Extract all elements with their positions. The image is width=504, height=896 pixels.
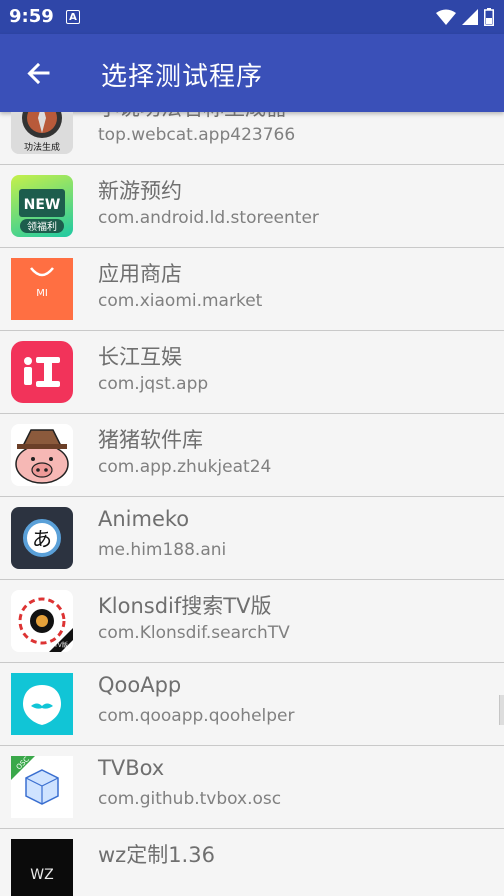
compass-icon: 功法生成 <box>11 112 73 154</box>
app-name: 小说功法名称生成器 <box>98 112 287 122</box>
app-name: 猪猪软件库 <box>98 428 203 452</box>
list-item[interactable]: QooApp com.qooapp.qoohelper <box>0 663 504 746</box>
qooapp-icon <box>11 673 73 735</box>
list-item[interactable]: MI 应用商店 com.xiaomi.market <box>0 248 504 331</box>
search-tv-icon: TV版 <box>11 590 73 652</box>
back-button[interactable] <box>18 54 58 94</box>
list-item[interactable]: あ Animeko me.him188.ani <box>0 497 504 580</box>
app-package: com.android.ld.storeenter <box>98 208 319 228</box>
notification-icon: A <box>66 10 80 24</box>
arrow-left-icon <box>27 62 50 85</box>
app-name: Klonsdif搜索TV版 <box>98 594 272 618</box>
app-name: TVBox <box>98 756 165 780</box>
app-package: com.app.zhukjeat24 <box>98 457 272 477</box>
list-item[interactable]: WZ wz定制1.36 <box>0 829 504 896</box>
app-package: com.xiaomi.market <box>98 291 263 311</box>
svg-text:WZ: WZ <box>30 867 53 883</box>
app-name: wz定制1.36 <box>98 843 215 867</box>
svg-text:功法生成: 功法生成 <box>24 141 60 153</box>
mi-store-icon: MI <box>11 258 73 320</box>
svg-text:TV版: TV版 <box>53 641 68 649</box>
list-item[interactable]: NEW 领福利 新游预约 com.android.ld.storeenter <box>0 165 504 248</box>
app-name: Animeko <box>98 507 190 531</box>
status-bar: 9:59 A <box>0 0 504 34</box>
wifi-icon <box>436 9 456 25</box>
app-name: 应用商店 <box>98 262 182 286</box>
animeko-icon: あ <box>11 507 73 569</box>
scrollbar[interactable] <box>499 695 504 725</box>
app-name: QooApp <box>98 673 182 697</box>
status-time: 9:59 <box>9 6 54 27</box>
battery-icon <box>484 8 494 26</box>
signal-icon <box>462 9 478 25</box>
wz-icon: WZ <box>11 839 73 896</box>
changjiang-icon <box>11 341 73 403</box>
pig-icon <box>11 424 73 486</box>
list-item[interactable]: 长江互娱 com.jqst.app <box>0 331 504 414</box>
app-package: com.github.tvbox.osc <box>98 789 282 809</box>
app-name: 新游预约 <box>98 179 182 203</box>
list-item[interactable]: OSC TVBox com.github.tvbox.osc <box>0 746 504 829</box>
svg-text:NEW: NEW <box>24 197 61 213</box>
page-title: 选择测试程序 <box>101 62 264 92</box>
list-item[interactable]: 功法生成 小说功法名称生成器 top.webcat.app423766 <box>0 112 504 165</box>
app-package: com.qooapp.qoohelper <box>98 706 295 726</box>
app-package: top.webcat.app423766 <box>98 125 296 145</box>
svg-text:MI: MI <box>36 288 48 299</box>
app-bar: 选择测试程序 <box>0 34 504 112</box>
list-item[interactable]: 猪猪软件库 com.app.zhukjeat24 <box>0 414 504 497</box>
new-game-icon: NEW 领福利 <box>11 175 73 237</box>
app-list[interactable]: 功法生成 小说功法名称生成器 top.webcat.app423766 NEW … <box>0 112 504 896</box>
app-name: 长江互娱 <box>98 345 182 369</box>
svg-text:あ: あ <box>32 527 52 551</box>
app-package: me.him188.ani <box>98 540 227 560</box>
status-icons <box>436 7 494 27</box>
list-item[interactable]: TV版 Klonsdif搜索TV版 com.Klonsdif.searchTV <box>0 580 504 663</box>
app-package: com.Klonsdif.searchTV <box>98 623 290 643</box>
app-package: com.jqst.app <box>98 374 209 394</box>
tvbox-icon: OSC <box>11 756 73 818</box>
svg-text:领福利: 领福利 <box>27 220 57 233</box>
